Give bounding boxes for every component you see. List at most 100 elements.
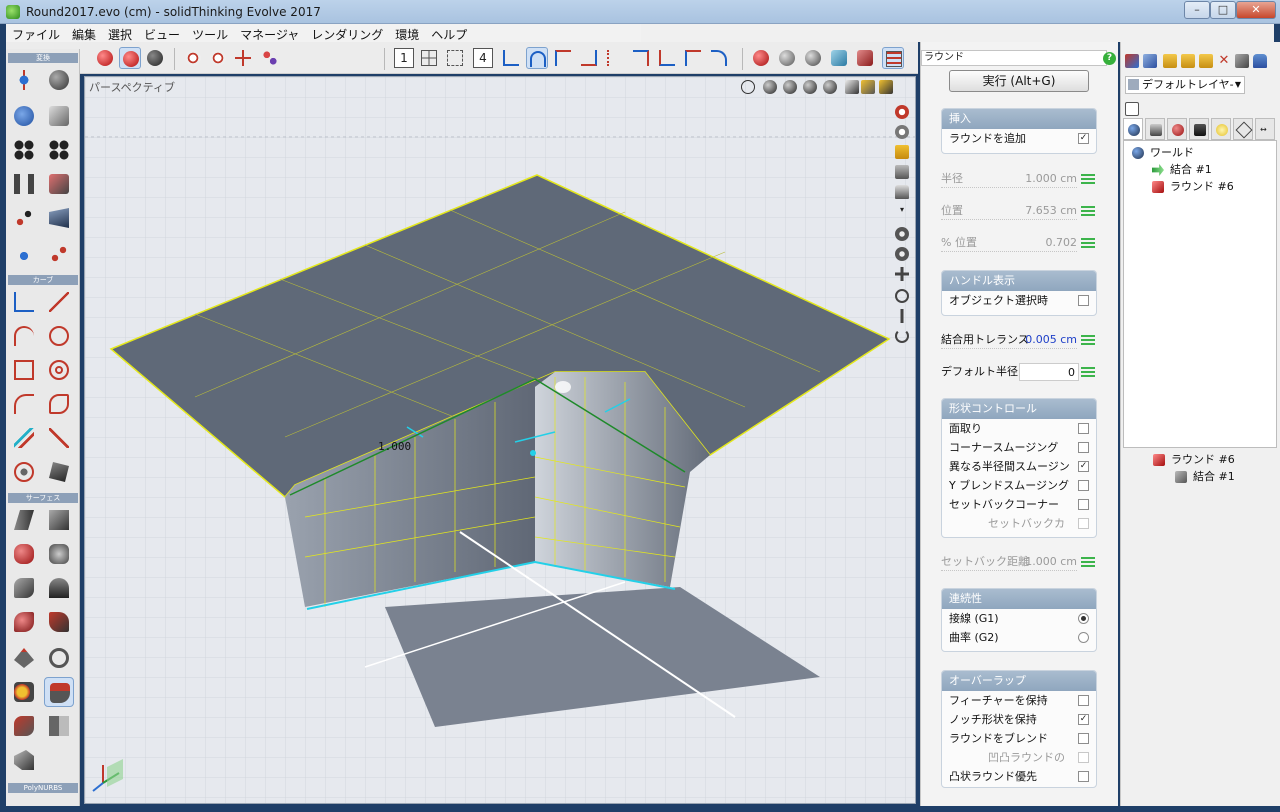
setback-distance-slider-icon[interactable]	[1081, 557, 1095, 567]
connect-tool[interactable]	[44, 239, 74, 269]
tree-round[interactable]: ラウンド #6	[1152, 179, 1234, 195]
render-camera-tool[interactable]	[854, 47, 876, 69]
tab-layers[interactable]	[1145, 118, 1165, 140]
align-tool[interactable]	[44, 101, 74, 131]
keep-notch-row[interactable]: ノッチ形状を保持 ✓	[942, 710, 1096, 729]
chamfer-row[interactable]: 面取り	[942, 419, 1096, 438]
trim-surface-tool[interactable]	[9, 711, 39, 741]
duplicate-tool[interactable]	[44, 135, 74, 165]
render-material-tool[interactable]	[828, 47, 850, 69]
convex-priority-row[interactable]: 凸状ラウンド優先	[942, 767, 1096, 786]
line-tool[interactable]	[44, 287, 74, 317]
maximize-button[interactable]: □	[1210, 1, 1236, 19]
window-icon[interactable]	[1125, 102, 1139, 116]
render-view-icon[interactable]	[803, 80, 817, 94]
curve-trim-tool[interactable]	[630, 47, 652, 69]
corner-smoothing-checkbox[interactable]	[1078, 442, 1089, 453]
print-icon[interactable]	[895, 165, 909, 179]
blend-rounds-checkbox[interactable]	[1078, 733, 1089, 744]
deform-tool[interactable]	[44, 169, 74, 199]
three-views-tool[interactable]	[444, 47, 466, 69]
box-tool[interactable]	[44, 505, 74, 535]
round-tool[interactable]	[44, 677, 74, 707]
default-radius-field[interactable]: デフォルト半径 0	[941, 363, 1117, 381]
select-object-tool[interactable]	[94, 47, 116, 69]
add-round-checkbox[interactable]: ✓	[1078, 133, 1089, 144]
spiral-tool[interactable]	[44, 355, 74, 385]
open-folder-icon[interactable]	[1163, 54, 1177, 68]
snap-grid-tool[interactable]	[232, 47, 254, 69]
mirror-tool[interactable]	[9, 169, 39, 199]
skin-tool[interactable]	[44, 573, 74, 603]
y-blend-smoothing-row[interactable]: Y ブレンドスムージング	[942, 476, 1096, 495]
circle-tool[interactable]	[44, 321, 74, 351]
curve-fillet-tool[interactable]	[708, 47, 730, 69]
help-icon[interactable]: ?	[1103, 52, 1116, 65]
settings-gear-icon[interactable]	[895, 227, 909, 241]
curve-points-tool[interactable]	[604, 47, 626, 69]
setback-corner-row[interactable]: セットバックコーナー	[942, 495, 1096, 514]
curvature-g2-radio[interactable]	[1078, 632, 1089, 643]
boolean-tool[interactable]	[44, 711, 74, 741]
snap-tool[interactable]	[9, 239, 39, 269]
pct-position-slider-icon[interactable]	[1081, 238, 1095, 248]
offset-surface-tool[interactable]	[9, 677, 39, 707]
fillet-curve-tool[interactable]	[9, 389, 39, 419]
join-tolerance-field[interactable]: 結合用トレランス 0.005 cm	[941, 331, 1117, 349]
wire-shaded-view-icon[interactable]	[783, 80, 797, 94]
menu-manager[interactable]: マネージャ	[234, 24, 305, 43]
tab-cameras[interactable]	[1189, 118, 1209, 140]
extrude-tool[interactable]	[9, 505, 39, 535]
layer-select[interactable]: デフォルトレイヤ- ▼	[1125, 76, 1245, 94]
menu-tools[interactable]: ツール	[186, 24, 234, 43]
radius-slider-icon[interactable]	[1081, 174, 1095, 184]
zoom-fit-icon[interactable]	[895, 125, 909, 139]
perspective-viewport[interactable]: パースペクティブ 1.000 ▾	[84, 76, 916, 804]
new-layer-icon[interactable]	[1143, 54, 1157, 68]
project-curve-tool[interactable]	[44, 423, 74, 453]
curve-tool[interactable]	[500, 47, 522, 69]
join-tolerance-value[interactable]: 0.005 cm	[1025, 331, 1077, 349]
radius-field[interactable]: 半径 1.000 cm	[941, 170, 1117, 188]
tree-join[interactable]: 結合 #1	[1152, 162, 1212, 178]
pan-icon[interactable]	[895, 267, 909, 281]
tree-world[interactable]: ワールド	[1132, 145, 1194, 161]
eraser-icon[interactable]	[1235, 54, 1249, 68]
dolly-icon[interactable]	[895, 309, 909, 323]
history-round[interactable]: ラウンド #6	[1153, 452, 1235, 468]
curve-arc-tool[interactable]	[526, 47, 548, 69]
blend-curve-tool[interactable]	[44, 389, 74, 419]
tab-more[interactable]: ↔	[1255, 118, 1275, 140]
shaded-view-icon[interactable]	[763, 80, 777, 94]
object-select-row[interactable]: オブジェクト選択時	[942, 291, 1096, 310]
pct-position-value[interactable]: 0.702	[1046, 234, 1078, 252]
zoom-side-icon[interactable]	[895, 105, 909, 119]
add-round-row[interactable]: ラウンドを追加 ✓	[942, 129, 1096, 148]
patch-tool[interactable]	[9, 643, 39, 673]
array-tool[interactable]	[9, 135, 39, 165]
view-gear-icon[interactable]	[895, 247, 909, 261]
menu-select[interactable]: 選択	[102, 24, 138, 43]
menu-edit[interactable]: 編集	[66, 24, 102, 43]
zoom-tool[interactable]	[182, 47, 204, 69]
convex-priority-checkbox[interactable]	[1078, 771, 1089, 782]
default-radius-slider-icon[interactable]	[1081, 367, 1095, 377]
section-curve-tool[interactable]	[9, 457, 39, 487]
new-object-icon[interactable]	[1125, 54, 1139, 68]
menu-file[interactable]: ファイル	[6, 24, 66, 43]
tool-search-input[interactable]: ラウンド	[921, 50, 1107, 66]
menu-view[interactable]: ビュー	[138, 24, 186, 43]
keep-notch-checkbox[interactable]: ✓	[1078, 714, 1089, 725]
pattern-tool[interactable]	[9, 203, 39, 233]
revolve-tool[interactable]	[9, 539, 39, 569]
loft-tool[interactable]	[9, 573, 39, 603]
menu-environment[interactable]: 環境	[389, 24, 425, 43]
rotate-tool[interactable]	[44, 65, 74, 95]
delete-icon[interactable]: ✕	[1217, 54, 1231, 68]
save-folder-icon[interactable]	[1181, 54, 1195, 68]
join-tolerance-slider-icon[interactable]	[1081, 335, 1095, 345]
position-value[interactable]: 7.653 cm	[1025, 202, 1077, 220]
zoom-select-tool[interactable]	[207, 47, 229, 69]
folder-icon[interactable]	[895, 145, 909, 159]
tab-materials[interactable]	[1167, 118, 1187, 140]
